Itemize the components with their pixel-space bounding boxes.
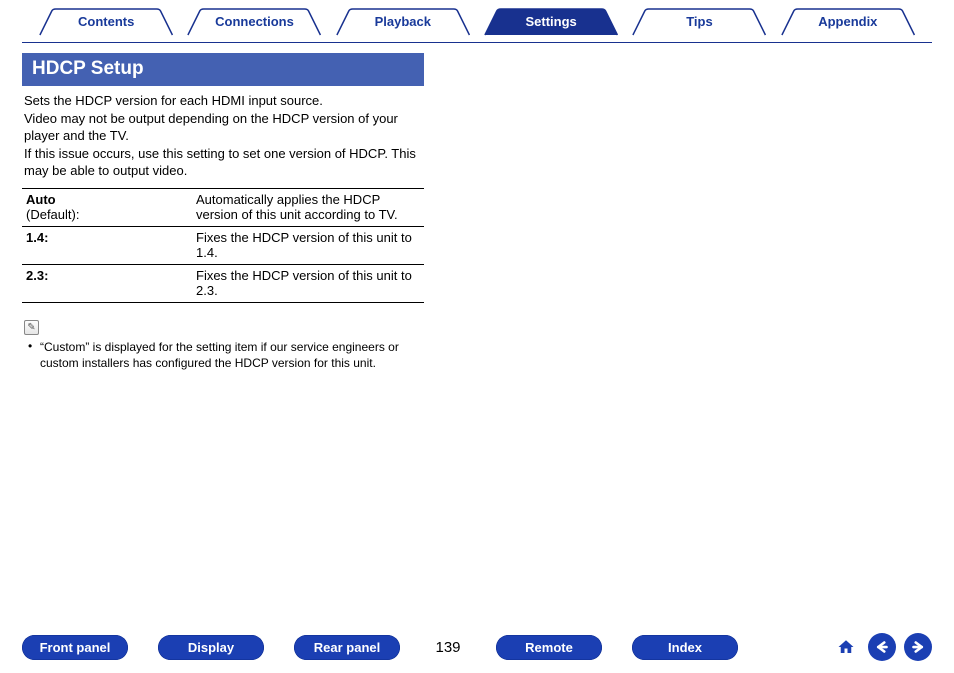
home-icon[interactable] [832,633,860,661]
tab-contents[interactable]: Contents [32,8,180,36]
page-number: 139 [430,639,466,656]
settings-table: Auto (Default): Automatically applies th… [22,188,424,303]
table-row: 2.3: Fixes the HDCP version of this unit… [22,264,424,302]
tab-appendix[interactable]: Appendix [774,8,922,36]
table-row: 1.4: Fixes the HDCP version of this unit… [22,226,424,264]
tab-label: Appendix [818,14,877,29]
note-text: “Custom” is displayed for the setting it… [22,335,424,371]
tab-label: Contents [78,14,134,29]
prev-page-icon[interactable] [868,633,896,661]
top-tabs: Contents Connections Playback Settings T… [32,8,922,36]
footer: Front panel Display Rear panel 139 Remot… [22,633,932,661]
table-row: Auto (Default): Automatically applies th… [22,188,424,226]
tab-tips[interactable]: Tips [625,8,773,36]
option-desc: Fixes the HDCP version of this unit to 2… [192,264,424,302]
option-desc: Automatically applies the HDCP version o… [192,188,424,226]
content-column: HDCP Setup Sets the HDCP version for eac… [22,53,424,371]
tab-label: Connections [215,14,294,29]
section-intro: Sets the HDCP version for each HDMI inpu… [22,92,424,188]
option-name: Auto [26,192,56,207]
tab-label: Tips [686,14,713,29]
footer-button-remote[interactable]: Remote [496,635,602,660]
note-block: ✎ “Custom” is displayed for the setting … [22,317,424,371]
tab-settings[interactable]: Settings [477,8,625,36]
next-page-icon[interactable] [904,633,932,661]
tab-playback[interactable]: Playback [329,8,477,36]
footer-button-index[interactable]: Index [632,635,738,660]
tab-label: Playback [375,14,431,29]
footer-button-rear-panel[interactable]: Rear panel [294,635,400,660]
option-desc: Fixes the HDCP version of this unit to 1… [192,226,424,264]
footer-button-display[interactable]: Display [158,635,264,660]
option-name: 2.3: [26,268,48,283]
pencil-icon: ✎ [24,320,39,335]
option-sub: (Default): [26,207,79,222]
option-name: 1.4: [26,230,48,245]
footer-nav-icons [832,633,932,661]
footer-button-front-panel[interactable]: Front panel [22,635,128,660]
tab-connections[interactable]: Connections [180,8,328,36]
section-title: HDCP Setup [22,53,424,86]
tab-underline [22,42,932,43]
tab-label: Settings [526,14,577,29]
